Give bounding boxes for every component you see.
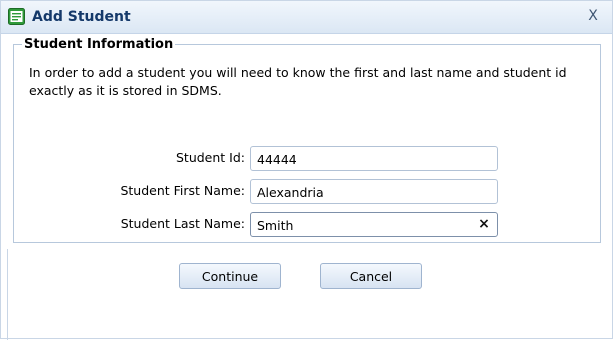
student-id-row: Student Id: [14, 146, 602, 172]
first-name-row: Student First Name: [14, 179, 602, 205]
student-id-label: Student Id: [175, 150, 245, 165]
last-name-input[interactable] [250, 212, 498, 237]
close-icon[interactable]: X [584, 7, 602, 25]
add-student-dialog: Add Student X Student Information In ord… [0, 0, 613, 340]
instructions-text: In order to add a student you will need … [29, 65, 567, 98]
last-name-label: Student Last Name: [120, 216, 245, 231]
dialog-titlebar[interactable]: Add Student X [1, 1, 612, 34]
student-id-input[interactable] [250, 146, 498, 171]
cancel-button[interactable]: Cancel [320, 263, 422, 289]
last-name-row: Student Last Name: × [14, 212, 602, 238]
continue-button[interactable]: Continue [179, 263, 281, 289]
first-name-input[interactable] [250, 179, 498, 204]
section-legend: Student Information [24, 37, 174, 52]
first-name-label: Student First Name: [120, 183, 245, 198]
form-icon [8, 8, 25, 25]
student-information-group: Student Information In order to add a st… [13, 37, 601, 243]
divider [7, 249, 8, 340]
dialog-title: Add Student [32, 9, 131, 25]
clear-icon[interactable]: × [475, 215, 493, 233]
